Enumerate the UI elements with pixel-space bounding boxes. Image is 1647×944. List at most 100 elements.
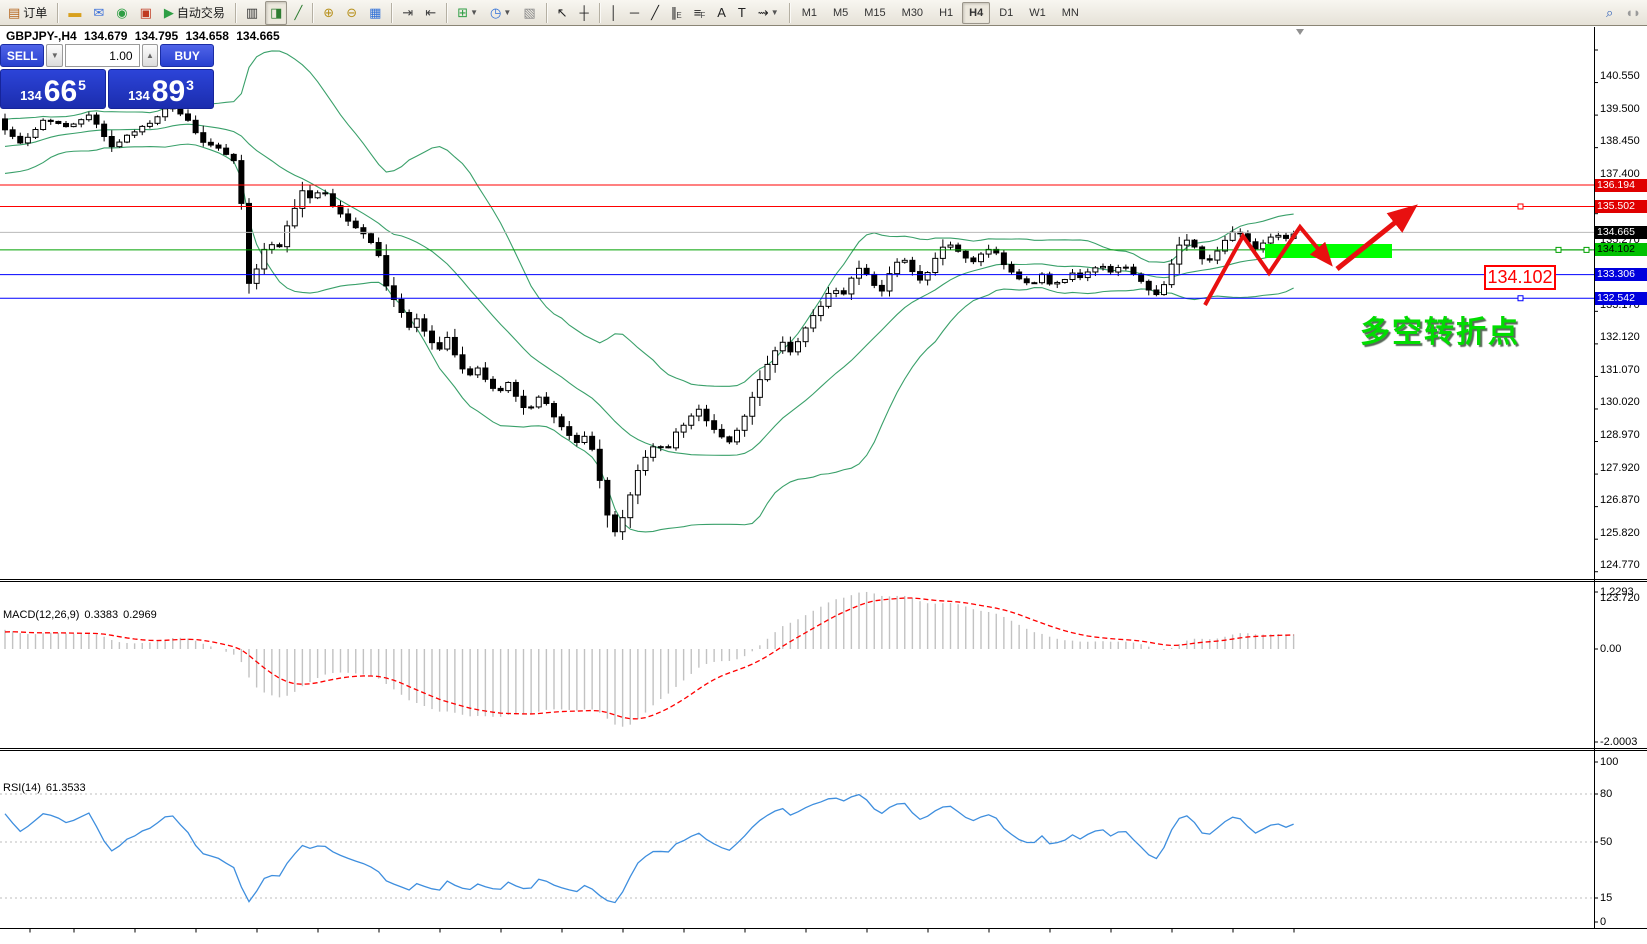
autotrading-button[interactable]: ▶自动交易 bbox=[159, 1, 230, 25]
chart-title: GBPJPY-,H4 134.679 134.795 134.658 134.6… bbox=[6, 29, 284, 43]
chat-icon[interactable]: ◖◗ bbox=[1620, 1, 1646, 25]
community-button[interactable]: ✉ bbox=[88, 1, 109, 25]
timeframe-m30[interactable]: M30 bbox=[895, 2, 930, 24]
buy-button[interactable]: BUY bbox=[160, 44, 214, 67]
toolbar-separator bbox=[391, 3, 392, 23]
price-tick-label: 126.870 bbox=[1600, 494, 1640, 506]
text-button[interactable]: A bbox=[712, 1, 731, 25]
pivot-note-text: 多空转折点 bbox=[1360, 307, 1520, 351]
indicators-button[interactable]: ⊞▼ bbox=[452, 1, 483, 25]
fibonacci-button[interactable]: ≡F bbox=[689, 1, 710, 25]
macd-histogram bbox=[5, 592, 1294, 727]
ohlc-open: 134.679 bbox=[84, 29, 127, 43]
price-tick-label: 140.550 bbox=[1600, 70, 1640, 82]
toolbar-separator bbox=[546, 3, 547, 23]
timeframe-mn[interactable]: MN bbox=[1055, 2, 1086, 24]
candlestick-series bbox=[3, 104, 1297, 540]
line-chart-icon: ╱ bbox=[294, 6, 302, 19]
market-button[interactable]: ▣ bbox=[135, 1, 157, 25]
order-icon: ▤ bbox=[8, 6, 20, 19]
buy-price-box[interactable]: 134 89 3 bbox=[108, 69, 214, 109]
signals-button[interactable]: ◉ bbox=[111, 1, 132, 25]
toolbar-separator bbox=[789, 3, 790, 23]
search-icon[interactable]: ⌕ bbox=[1601, 1, 1618, 25]
cursor-button[interactable]: ↖ bbox=[552, 1, 573, 25]
timeframe-h4[interactable]: H4 bbox=[962, 2, 990, 24]
auto-scroll-icon: ⇥ bbox=[402, 6, 413, 19]
candlestick-icon: ◨ bbox=[270, 6, 282, 19]
indicator-axis-label: 50 bbox=[1600, 836, 1612, 848]
indicator-axis-label: 100 bbox=[1600, 756, 1618, 768]
chevron-down-icon: ▼ bbox=[470, 8, 478, 17]
chart-shift-icon: ⇤ bbox=[425, 6, 436, 19]
toolbar-separator bbox=[446, 3, 447, 23]
timeframe-h1[interactable]: H1 bbox=[932, 2, 960, 24]
periods-button[interactable]: ◷▼ bbox=[485, 1, 516, 25]
one-click-trade-panel: SELL ▼ 1.00 ▲ BUY 134 66 5 134 89 3 bbox=[0, 44, 214, 109]
trendline-icon: ╱ bbox=[651, 6, 659, 19]
chart-region[interactable]: GBPJPY-,H4 134.679 134.795 134.658 134.6… bbox=[0, 26, 1647, 944]
text-label-icon: T bbox=[738, 6, 746, 19]
zoom-in-icon: ⊕ bbox=[323, 6, 334, 19]
symbol-period: GBPJPY-,H4 bbox=[6, 29, 77, 43]
rsi-line bbox=[5, 795, 1294, 903]
trendline-button[interactable]: ╱ bbox=[646, 1, 664, 25]
chevron-down-icon: ▼ bbox=[503, 8, 511, 17]
toolbar-separator bbox=[599, 3, 600, 23]
clock-icon: ◷ bbox=[490, 6, 501, 19]
rsi-label: RSI(14)61.3533 bbox=[3, 782, 91, 794]
bar-chart-button[interactable]: ▥ bbox=[241, 1, 263, 25]
gold-bar-icon: ▬ bbox=[68, 6, 81, 19]
volume-up-button[interactable]: ▲ bbox=[142, 44, 159, 67]
arrows-button[interactable]: ⇝▼ bbox=[753, 1, 784, 25]
tile-windows-button[interactable]: ▦ bbox=[364, 1, 386, 25]
vertical-line-icon: │ bbox=[610, 6, 618, 19]
zoom-out-icon: ⊖ bbox=[346, 6, 357, 19]
chart-shift-marker bbox=[1296, 29, 1304, 35]
sell-price-box[interactable]: 134 66 5 bbox=[0, 69, 106, 109]
main-pane bbox=[0, 51, 1594, 540]
channel-button[interactable]: ∥E bbox=[666, 1, 687, 25]
text-icon: A bbox=[717, 6, 726, 19]
arrows-icon: ⇝ bbox=[758, 6, 769, 19]
timeframe-m15[interactable]: M15 bbox=[857, 2, 892, 24]
volume-input[interactable]: 1.00 bbox=[65, 44, 139, 67]
chevron-down-icon: ▼ bbox=[771, 8, 779, 17]
label-button[interactable]: T bbox=[733, 1, 751, 25]
templates-button[interactable]: ▧ bbox=[518, 1, 540, 25]
toolbar-separator bbox=[235, 3, 236, 23]
zoom-out-button[interactable]: ⊖ bbox=[341, 1, 362, 25]
signal-icon: ◉ bbox=[116, 6, 127, 19]
chart-shift-button[interactable]: ⇤ bbox=[420, 1, 441, 25]
hline-button[interactable]: ─ bbox=[625, 1, 644, 25]
timeframe-d1[interactable]: D1 bbox=[992, 2, 1020, 24]
indicator-axis-label: 1.2293 bbox=[1600, 586, 1634, 598]
new-order-button[interactable]: ▤订单 bbox=[3, 1, 52, 25]
indicators-icon: ⊞ bbox=[457, 6, 468, 19]
line-chart-button[interactable]: ╱ bbox=[289, 1, 307, 25]
zoom-in-button[interactable]: ⊕ bbox=[318, 1, 339, 25]
price-tick-label: 130.020 bbox=[1600, 396, 1640, 408]
ohlc-close: 134.665 bbox=[236, 29, 279, 43]
price-badge-134102: 134.102 bbox=[1595, 243, 1647, 256]
price-badge-136194: 136.194 bbox=[1595, 179, 1647, 192]
volume-down-button[interactable]: ▼ bbox=[46, 44, 63, 67]
vline-button[interactable]: │ bbox=[605, 1, 623, 25]
bollinger-middle bbox=[5, 124, 1294, 455]
price-tick-label: 132.120 bbox=[1600, 331, 1640, 343]
price-badge-133306: 133.306 bbox=[1595, 268, 1647, 281]
price-callout-134102[interactable]: 134.102 bbox=[1484, 265, 1556, 290]
candlestick-button[interactable]: ◨ bbox=[265, 1, 287, 25]
chart-canvas[interactable] bbox=[0, 26, 1647, 944]
indicator-axis-label: 15 bbox=[1600, 892, 1612, 904]
price-tick-label: 138.450 bbox=[1600, 135, 1640, 147]
auto-scroll-button[interactable]: ⇥ bbox=[397, 1, 418, 25]
timeframe-w1[interactable]: W1 bbox=[1022, 2, 1053, 24]
timeframe-m1[interactable]: M1 bbox=[795, 2, 824, 24]
gold-button[interactable]: ▬ bbox=[63, 1, 86, 25]
crosshair-button[interactable]: ┼ bbox=[575, 1, 594, 25]
sell-button[interactable]: SELL bbox=[0, 44, 44, 67]
rsi-pane bbox=[0, 794, 1594, 903]
timeframe-m5[interactable]: M5 bbox=[826, 2, 855, 24]
bullish-projection-arrow bbox=[1337, 209, 1412, 269]
